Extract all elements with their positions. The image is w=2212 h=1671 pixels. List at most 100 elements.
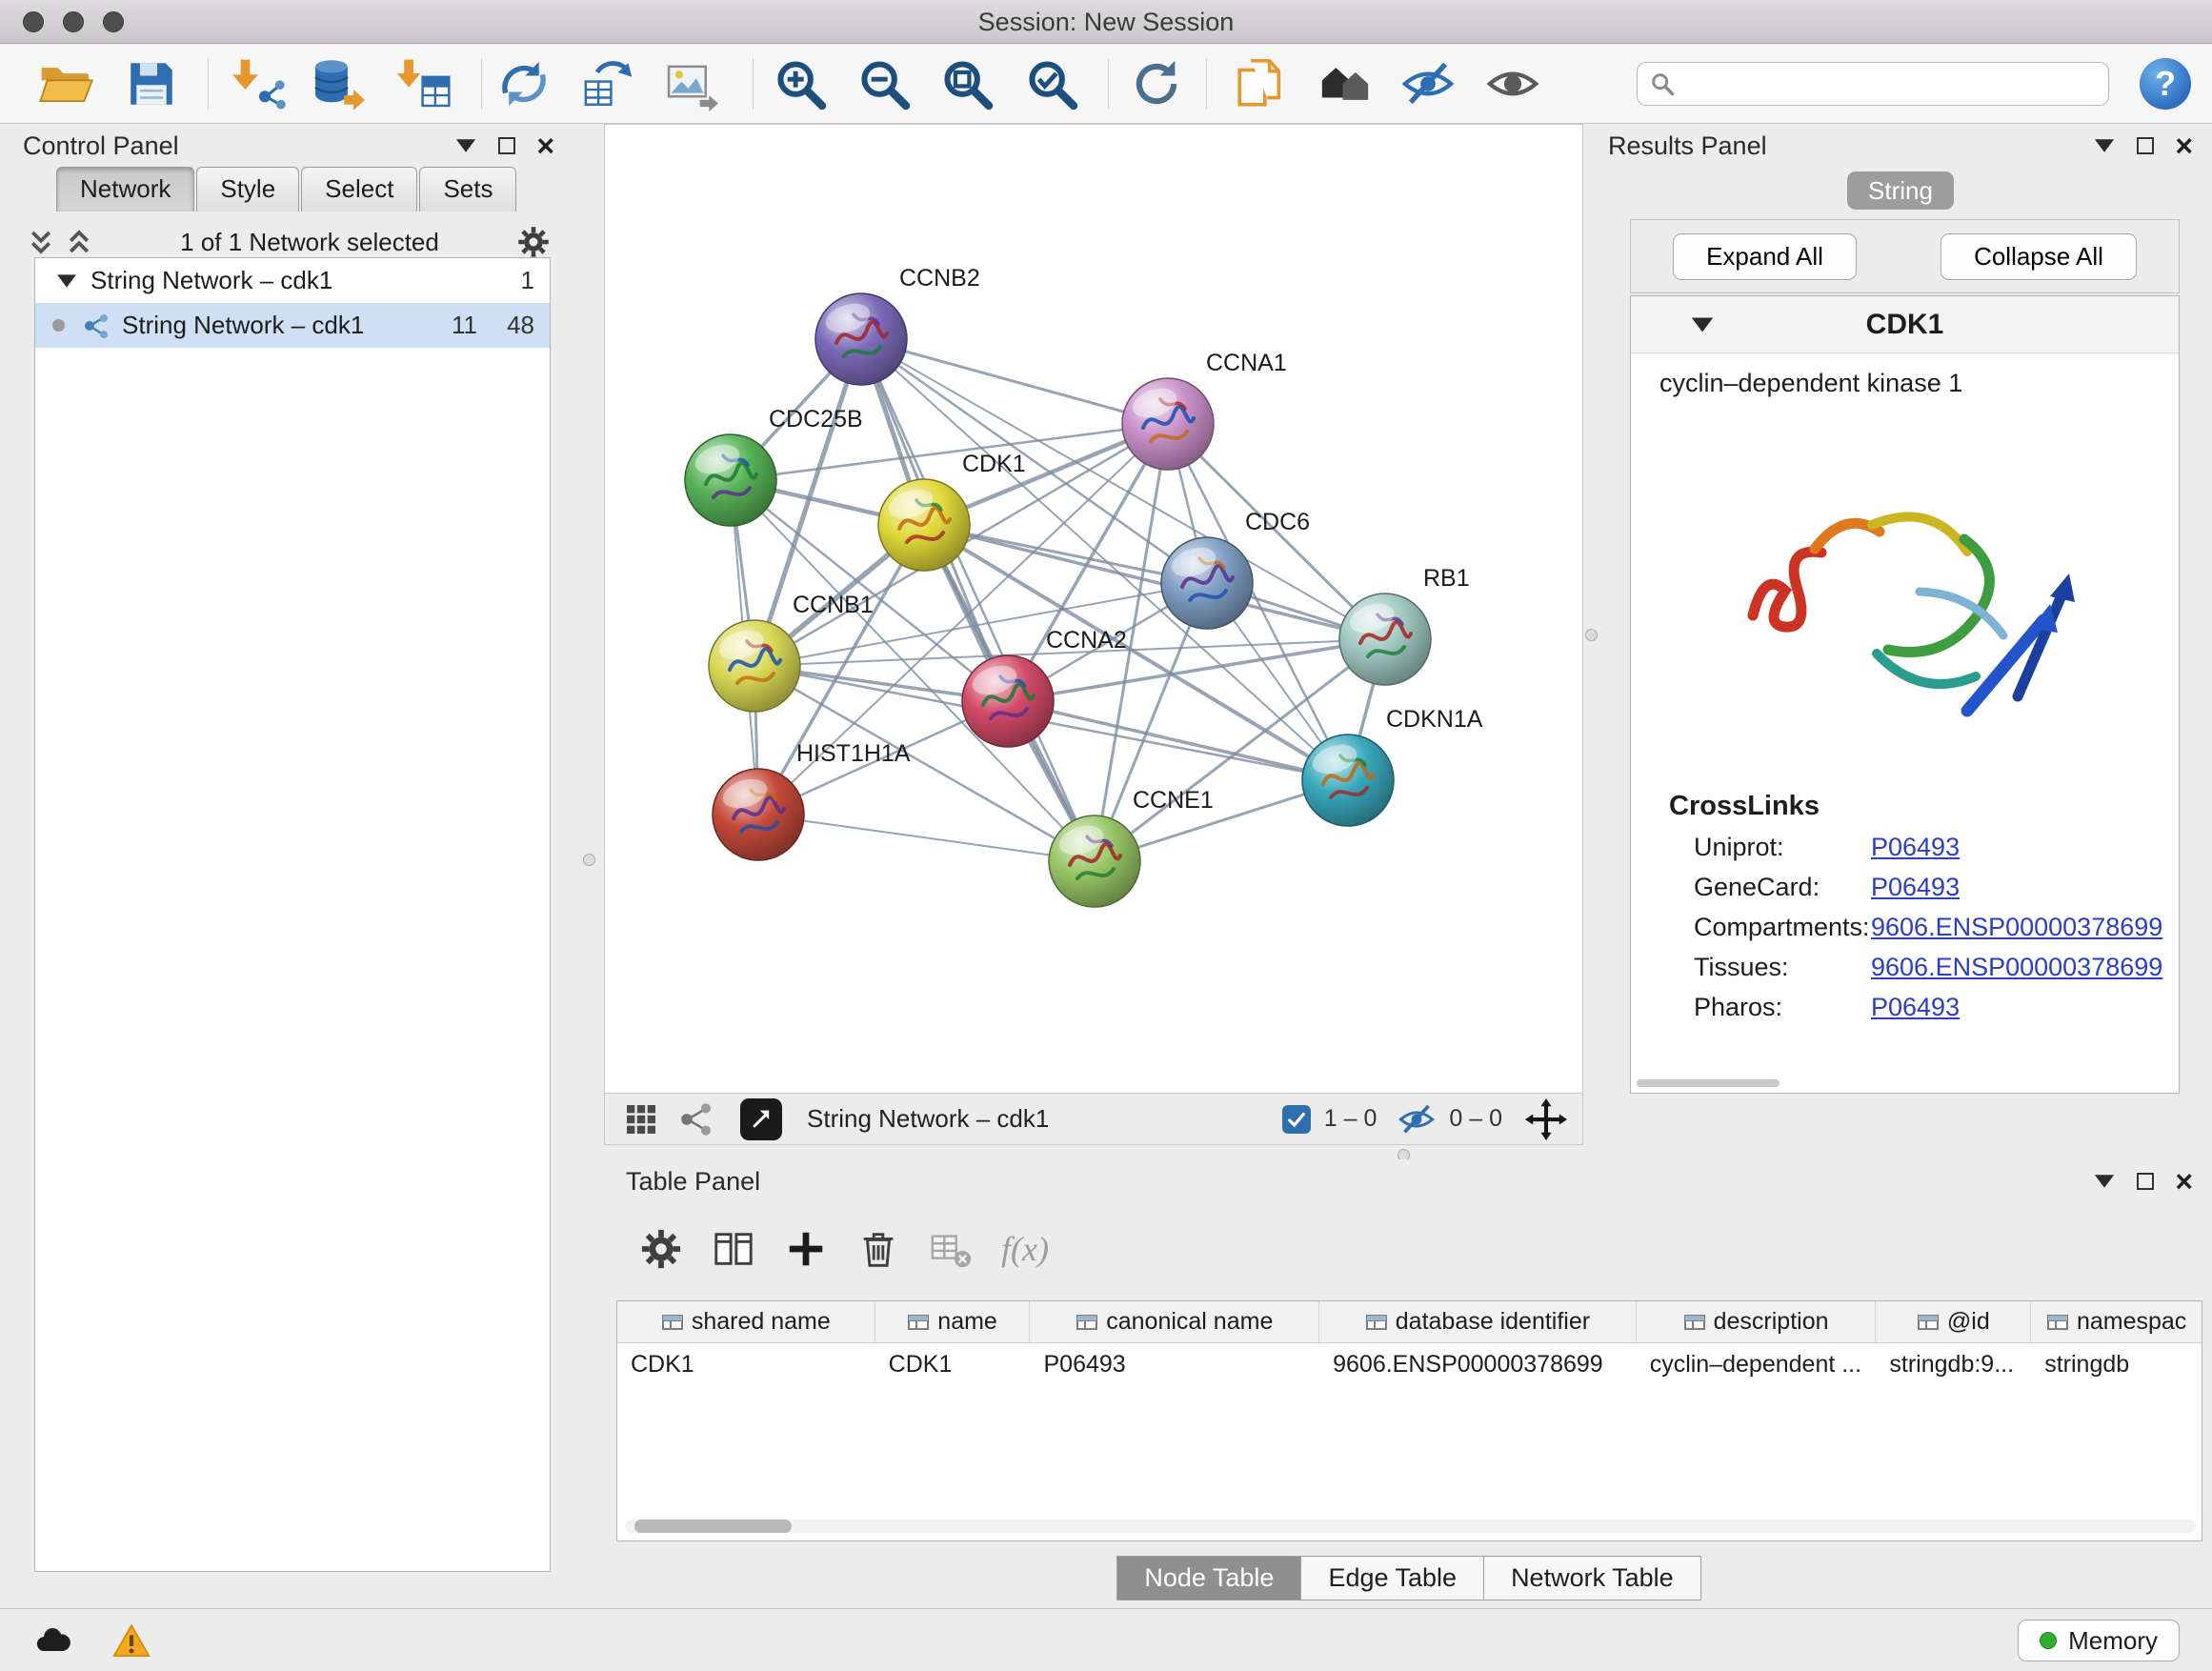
table-horizontal-scrollbar[interactable] xyxy=(625,1520,2196,1533)
network-edge[interactable] xyxy=(758,815,1095,861)
protein-structure-image xyxy=(1715,425,2096,758)
crosslink-uniprot-link[interactable]: P06493 xyxy=(1871,833,1960,862)
crosslink-pharos-link[interactable]: P06493 xyxy=(1871,993,1960,1022)
crosslink-tissues-link[interactable]: 9606.ENSP00000378699 xyxy=(1871,953,2162,982)
float-panel-icon[interactable] xyxy=(498,137,515,154)
vertical-splitter-handle[interactable] xyxy=(583,854,595,866)
import-network-from-database-icon[interactable] xyxy=(310,56,365,111)
tab-string[interactable]: String xyxy=(1847,171,1954,210)
import-network-icon[interactable] xyxy=(231,56,287,111)
network-view[interactable]: CCNB2CCNA1CDC25BCDK1CDC6RB1CCNB1CCNA2CDK… xyxy=(604,124,1583,1094)
crosslink-compartments-link[interactable]: 9606.ENSP00000378699 xyxy=(1871,913,2162,942)
selected-checkbox-icon[interactable] xyxy=(1282,1105,1311,1134)
panel-menu-icon[interactable] xyxy=(454,131,477,161)
home-icon[interactable] xyxy=(1317,56,1373,111)
export-image-icon[interactable] xyxy=(663,56,718,111)
close-panel-icon[interactable]: × xyxy=(2175,137,2193,154)
collapse-triangle-icon[interactable] xyxy=(1690,315,1715,334)
float-panel-icon[interactable] xyxy=(2137,137,2154,154)
network-node-cdk1[interactable]: CDK1 xyxy=(878,451,1026,571)
network-from-table-icon[interactable] xyxy=(581,56,636,111)
expand-all-networks-icon[interactable] xyxy=(27,228,55,256)
cell-description: cyclin–dependent ... xyxy=(1637,1343,1877,1385)
add-column-icon[interactable] xyxy=(784,1227,828,1271)
scrollbar-thumb[interactable] xyxy=(634,1520,792,1533)
network-canvas[interactable]: CCNB2CCNA1CDC25BCDK1CDC6RB1CCNB1CCNA2CDK… xyxy=(605,125,1584,1095)
network-node-cdc6[interactable]: CDC6 xyxy=(1161,509,1310,629)
show-all-icon[interactable] xyxy=(1485,56,1540,111)
collapse-all-button[interactable]: Collapse All xyxy=(1941,233,2137,280)
column-header-canonical-name[interactable]: canonical name xyxy=(1030,1301,1319,1342)
panel-menu-icon[interactable] xyxy=(2093,131,2116,161)
network-options-gear-icon[interactable] xyxy=(516,225,551,259)
tab-edge-table[interactable]: Edge Table xyxy=(1300,1556,1484,1601)
zoom-out-icon[interactable] xyxy=(856,56,912,111)
zoom-selected-icon[interactable] xyxy=(1024,56,1079,111)
tab-network[interactable]: Network xyxy=(56,167,194,211)
crosslink-row: Compartments: 9606.ENSP00000378699 xyxy=(1631,902,2179,942)
collapse-all-networks-icon[interactable] xyxy=(65,228,93,256)
column-header-shared-name[interactable]: shared name xyxy=(617,1301,875,1342)
expand-all-button[interactable]: Expand All xyxy=(1673,233,1857,280)
network-node-cdkn1a[interactable]: CDKN1A xyxy=(1302,706,1483,826)
network-overview-icon[interactable] xyxy=(677,1100,715,1138)
vertical-splitter-handle[interactable] xyxy=(1585,629,1598,641)
network-node-ccna1[interactable]: CCNA1 xyxy=(1122,350,1287,470)
panel-menu-icon[interactable] xyxy=(2093,1167,2116,1197)
close-window-button[interactable] xyxy=(23,11,44,32)
zoom-fit-icon[interactable] xyxy=(939,56,995,111)
delete-column-icon[interactable] xyxy=(856,1227,900,1271)
close-panel-icon[interactable]: × xyxy=(536,137,554,154)
zoom-in-icon[interactable] xyxy=(773,56,828,111)
table-options-gear-icon[interactable] xyxy=(639,1227,683,1271)
network-node-ccnb2[interactable]: CCNB2 xyxy=(815,265,980,385)
warning-icon[interactable] xyxy=(112,1622,151,1661)
network-node-ccne1[interactable]: CCNE1 xyxy=(1049,787,1214,907)
minimize-window-button[interactable] xyxy=(63,11,84,32)
column-header-id[interactable]: @id xyxy=(1876,1301,2031,1342)
column-header-name[interactable]: name xyxy=(875,1301,1031,1342)
zoom-window-button[interactable] xyxy=(103,11,124,32)
apply-layout-icon[interactable] xyxy=(496,56,552,111)
open-session-icon[interactable] xyxy=(38,56,93,111)
network-collection-row[interactable]: String Network – cdk1 1 xyxy=(35,258,550,303)
grid-view-icon[interactable] xyxy=(622,1100,660,1138)
copy-document-icon[interactable] xyxy=(1233,56,1288,111)
refresh-icon[interactable] xyxy=(1129,56,1184,111)
node-label: CDK1 xyxy=(962,451,1026,477)
network-node-hist1h1a[interactable]: HIST1H1A xyxy=(713,740,911,860)
column-header-database-identifier[interactable]: database identifier xyxy=(1319,1301,1637,1342)
help-button[interactable]: ? xyxy=(2140,58,2191,110)
gene-section-header[interactable]: CDK1 xyxy=(1631,296,2179,353)
tab-network-table[interactable]: Network Table xyxy=(1483,1556,1701,1601)
memory-button[interactable]: Memory xyxy=(2018,1620,2180,1661)
application-window: Session: New Session ? Control xyxy=(0,0,2212,1671)
selected-counts: 1 – 0 xyxy=(1324,1105,1377,1133)
float-panel-icon[interactable] xyxy=(2137,1173,2154,1190)
tab-style[interactable]: Style xyxy=(196,167,299,211)
tab-sets[interactable]: Sets xyxy=(419,167,516,211)
close-panel-icon[interactable]: × xyxy=(2175,1173,2193,1190)
crosslink-genecard-link[interactable]: P06493 xyxy=(1871,873,1960,902)
collapse-triangle-icon[interactable] xyxy=(56,272,77,290)
toolbar-search-input[interactable] xyxy=(1683,70,2108,99)
column-header-description[interactable]: description xyxy=(1637,1301,1877,1342)
tab-select[interactable]: Select xyxy=(301,167,417,211)
pan-move-icon[interactable] xyxy=(1525,1098,1567,1140)
column-header-namespace[interactable]: namespac xyxy=(2031,1301,2202,1342)
show-columns-icon[interactable] xyxy=(712,1227,755,1271)
import-table-icon[interactable] xyxy=(397,56,452,111)
hide-selected-icon[interactable] xyxy=(1400,56,1456,111)
detach-view-button[interactable] xyxy=(740,1098,782,1140)
save-session-icon[interactable] xyxy=(124,56,179,111)
cloud-icon[interactable] xyxy=(32,1622,70,1661)
table-row[interactable]: CDK1 CDK1 P06493 9606.ENSP00000378699 cy… xyxy=(617,1343,2202,1385)
network-edge[interactable] xyxy=(861,339,1095,861)
network-row-selected[interactable]: String Network – cdk1 11 48 xyxy=(35,303,550,348)
network-node-ccnb1[interactable]: CCNB1 xyxy=(709,592,874,712)
hidden-eye-icon[interactable] xyxy=(1398,1100,1436,1138)
network-node-rb1[interactable]: RB1 xyxy=(1339,565,1470,685)
tab-node-table[interactable]: Node Table xyxy=(1116,1556,1301,1601)
horizontal-scrollbar[interactable] xyxy=(1637,1079,1780,1087)
network-edge[interactable] xyxy=(1008,701,1348,780)
